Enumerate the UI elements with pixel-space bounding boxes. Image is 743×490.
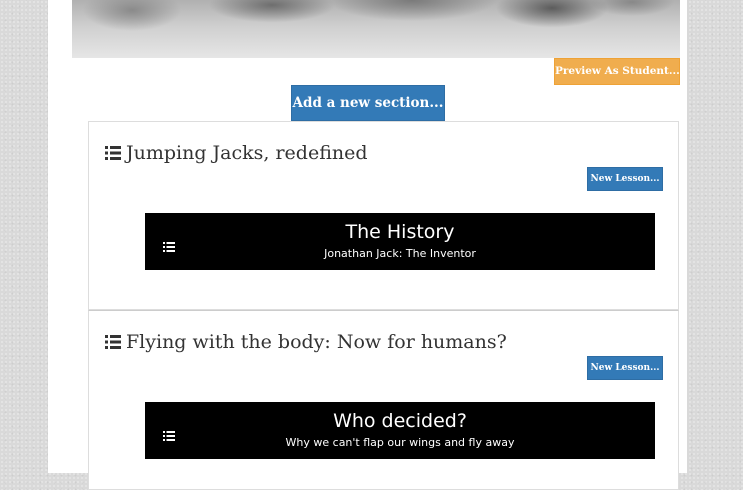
section-heading: Jumping Jacks, redefined	[105, 141, 368, 165]
new-lesson-button[interactable]: New Lesson...	[587, 356, 663, 380]
lesson-title: The History	[345, 221, 455, 243]
section-title: Jumping Jacks, redefined	[126, 142, 368, 164]
course-section: Flying with the body: Now for humans? Ne…	[88, 310, 679, 490]
add-section-button[interactable]: Add a new section...	[291, 85, 445, 121]
new-lesson-button[interactable]: New Lesson...	[587, 167, 663, 191]
list-icon	[105, 335, 121, 349]
section-title: Flying with the body: Now for humans?	[126, 331, 507, 353]
course-banner-image	[72, 0, 680, 58]
lesson-subtitle: Jonathan Jack: The Inventor	[324, 247, 476, 260]
lesson-card[interactable]: The History Jonathan Jack: The Inventor	[145, 213, 655, 270]
lesson-title: Who decided?	[333, 410, 467, 432]
course-section: Jumping Jacks, redefined New Lesson... T…	[88, 121, 679, 310]
preview-as-student-button[interactable]: Preview As Student...	[554, 58, 680, 85]
course-editor-page: Preview As Student... Add a new section.…	[48, 0, 687, 490]
lesson-card[interactable]: Who decided? Why we can't flap our wings…	[145, 402, 655, 459]
section-heading: Flying with the body: Now for humans?	[105, 330, 507, 354]
list-icon	[105, 146, 121, 160]
lesson-subtitle: Why we can't flap our wings and fly away	[285, 436, 515, 449]
